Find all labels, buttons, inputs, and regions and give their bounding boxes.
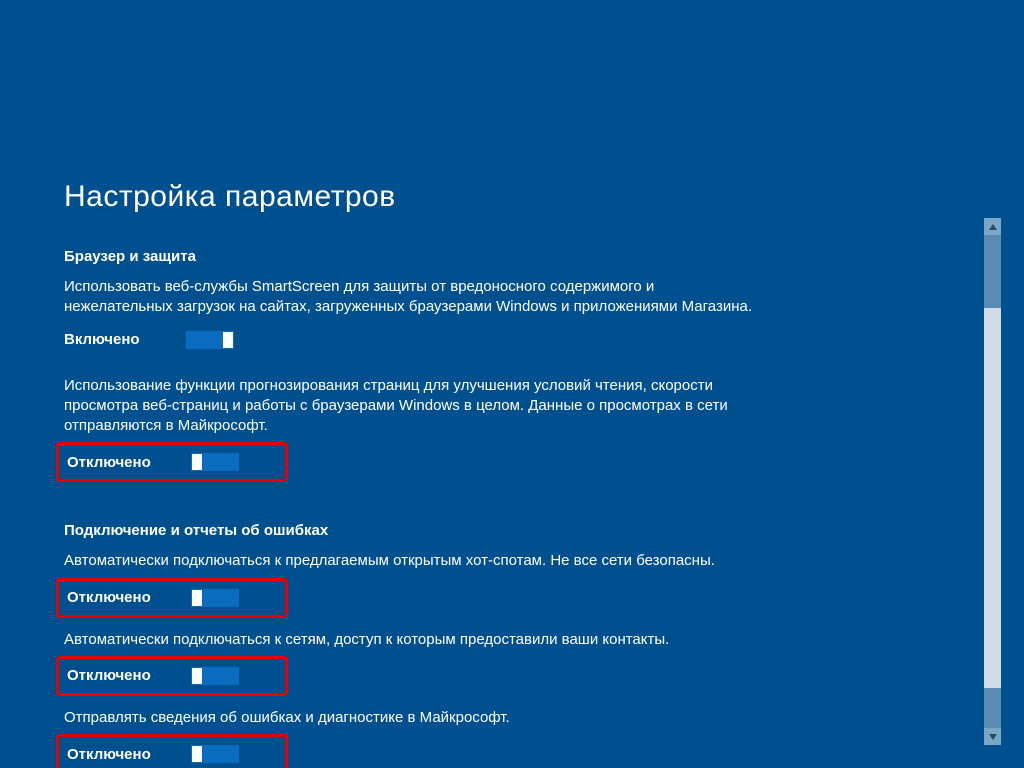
- vertical-scrollbar[interactable]: [984, 218, 1001, 745]
- toggle-knob: [192, 668, 202, 684]
- scroll-down-arrow-icon[interactable]: [984, 728, 1001, 745]
- page-title: Настройка параметров: [64, 180, 396, 214]
- toggle-knob: [192, 590, 202, 606]
- page-prediction-toggle-label: Отключено: [67, 454, 191, 471]
- scrollbar-thumb[interactable]: [984, 308, 1001, 688]
- hotspot-desc: Автоматически подключаться к предлагаемы…: [64, 551, 764, 571]
- error-report-toggle[interactable]: [191, 745, 239, 763]
- toggle-knob: [192, 746, 202, 762]
- smartscreen-toggle-label: Включено: [64, 331, 186, 348]
- contacts-network-toggle-row: Отключено: [56, 656, 288, 696]
- smartscreen-toggle[interactable]: [186, 331, 234, 349]
- page-prediction-toggle[interactable]: [191, 453, 239, 471]
- scroll-up-arrow-icon[interactable]: [984, 218, 1001, 235]
- section-browser-protection-heading: Браузер и защита: [64, 248, 944, 265]
- smartscreen-toggle-row: Включено: [64, 328, 944, 352]
- contacts-network-toggle[interactable]: [191, 667, 239, 685]
- hotspot-toggle[interactable]: [191, 589, 239, 607]
- settings-page: Настройка параметров Браузер и защита Ис…: [0, 0, 1024, 768]
- toggle-knob: [192, 454, 202, 470]
- settings-content: Браузер и защита Использовать веб-службы…: [64, 248, 944, 768]
- contacts-network-desc: Автоматически подключаться к сетям, дост…: [64, 630, 764, 650]
- smartscreen-desc: Использовать веб-службы SmartScreen для …: [64, 277, 764, 318]
- page-prediction-desc: Использование функции прогнозирования ст…: [64, 376, 764, 437]
- hotspot-toggle-row: Отключено: [56, 578, 288, 618]
- error-report-toggle-row: Отключено: [56, 734, 288, 768]
- error-report-desc: Отправлять сведения об ошибках и диагнос…: [64, 708, 764, 728]
- hotspot-toggle-label: Отключено: [67, 589, 191, 606]
- contacts-network-toggle-label: Отключено: [67, 667, 191, 684]
- section-connectivity-errors-heading: Подключение и отчеты об ошибках: [64, 522, 944, 539]
- page-prediction-toggle-row: Отключено: [56, 442, 288, 482]
- error-report-toggle-label: Отключено: [67, 746, 191, 763]
- toggle-knob: [223, 332, 233, 348]
